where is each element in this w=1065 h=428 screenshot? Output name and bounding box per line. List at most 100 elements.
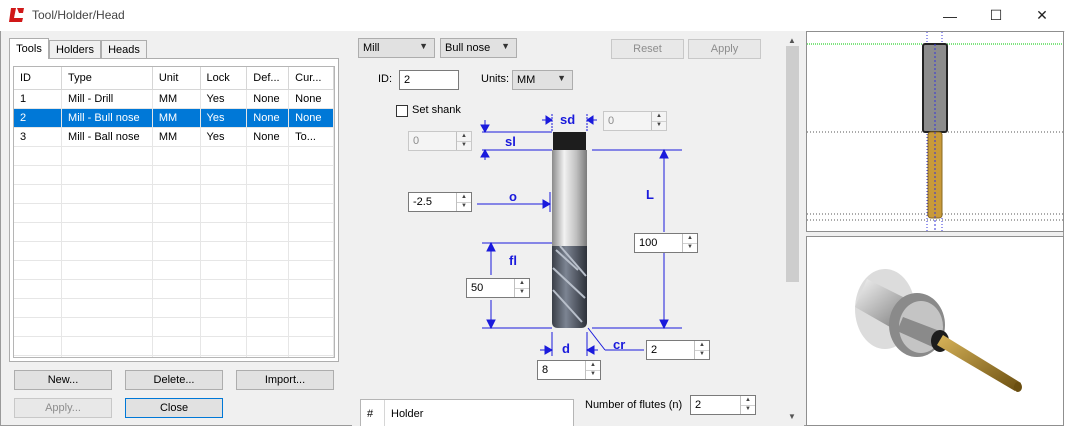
flutes-spinbox[interactable]: 2 ▲ ▼ — [690, 395, 756, 415]
dim-label-fl: fl — [509, 253, 517, 268]
empty-row — [14, 165, 334, 185]
col-header-current[interactable]: Cur... — [288, 67, 334, 90]
empty-row — [14, 222, 334, 242]
sd-value: 0 — [608, 115, 615, 127]
d-value: 8 — [542, 364, 549, 376]
tools-table[interactable]: ID Type Unit Lock Def... Cur... 1 Mill -… — [13, 66, 335, 358]
scroll-down-icon[interactable]: ▼ — [788, 412, 796, 421]
down-arrow-icon[interactable]: ▼ — [457, 202, 471, 211]
cr-value: 2 — [651, 344, 658, 356]
id-field[interactable]: 2 — [399, 70, 459, 90]
spin-arrows[interactable]: ▲ ▼ — [682, 234, 697, 252]
tool-2d-preview[interactable] — [806, 31, 1064, 232]
tool-subtype-select[interactable]: Bull nose ▼ — [440, 38, 517, 58]
empty-row — [14, 146, 334, 166]
cell-default: None — [246, 89, 290, 109]
table-row-selected[interactable]: 2 Mill - Bull nose MM Yes None None — [14, 108, 334, 128]
table-row[interactable]: 3 Mill - Ball nose MM Yes None To... — [14, 127, 334, 147]
holder-table[interactable]: # Holder — [360, 399, 574, 426]
id-label: ID: — [378, 73, 393, 85]
tool-3d-preview-drawing — [855, 269, 1022, 392]
col-header-unit[interactable]: Unit — [152, 67, 201, 90]
tool-3d-preview[interactable] — [806, 236, 1064, 426]
down-arrow-icon[interactable]: ▼ — [695, 350, 709, 359]
cell-default: None — [246, 108, 290, 128]
cell-type: Mill - Bull nose — [61, 108, 153, 128]
o-value: -2.5 — [413, 196, 432, 208]
tab-heads[interactable]: Heads — [101, 40, 147, 58]
tab-holders[interactable]: Holders — [49, 40, 101, 58]
cell-current: None — [288, 108, 334, 128]
tool-type-select[interactable]: Mill ▼ — [358, 38, 435, 58]
d-spinbox[interactable]: 8 ▲ ▼ — [537, 360, 601, 380]
tools-grid: ID Type Unit Lock Def... Cur... 1 Mill -… — [14, 67, 334, 357]
apply-button[interactable]: Apply — [688, 39, 761, 59]
tool-type-value: Mill — [363, 42, 380, 54]
table-row[interactable]: 1 Mill - Drill MM Yes None None — [14, 89, 334, 109]
col-header-id[interactable]: ID — [14, 67, 63, 90]
dim-label-o: o — [509, 189, 517, 204]
holder-col-number[interactable]: # — [361, 400, 385, 426]
sd-spinbox[interactable]: 0 ▲ ▼ — [603, 111, 667, 131]
dim-label-L: L — [646, 187, 654, 202]
dim-label-sl: sl — [505, 134, 516, 149]
cell-lock: Yes — [200, 127, 248, 147]
chevron-down-icon: ▼ — [419, 41, 428, 51]
down-arrow-icon[interactable]: ▼ — [457, 141, 471, 150]
tab-tools[interactable]: Tools — [9, 38, 49, 59]
units-select[interactable]: MM ▼ — [512, 70, 573, 90]
flutes-label: Number of flutes (n) — [585, 399, 683, 411]
app-logo-icon — [8, 7, 26, 23]
cell-lock: Yes — [200, 108, 248, 128]
minimize-button[interactable]: — — [927, 0, 973, 31]
dim-label-sd: sd — [560, 112, 576, 127]
empty-row — [14, 184, 334, 204]
close-window-button[interactable]: ✕ — [1019, 0, 1065, 31]
empty-row — [14, 260, 334, 280]
col-header-lock[interactable]: Lock — [200, 67, 248, 90]
scrollbar-thumb[interactable] — [786, 46, 799, 282]
spin-arrows[interactable]: ▲ ▼ — [456, 132, 471, 150]
down-arrow-icon[interactable]: ▼ — [741, 405, 755, 414]
tool-2d-preview-drawing — [807, 32, 1063, 231]
chevron-down-icon: ▼ — [501, 41, 510, 51]
o-spinbox[interactable]: -2.5 ▲ ▼ — [408, 192, 472, 212]
spin-arrows[interactable]: ▲ ▼ — [514, 279, 529, 297]
col-header-default[interactable]: Def... — [246, 67, 290, 90]
sl-spinbox[interactable]: 0 ▲ ▼ — [408, 131, 472, 151]
import-tool-button[interactable]: Import... — [236, 370, 334, 390]
down-arrow-icon[interactable]: ▼ — [515, 288, 529, 297]
reset-button[interactable]: Reset — [611, 39, 684, 59]
empty-row — [14, 203, 334, 223]
flutes-value: 2 — [695, 399, 702, 411]
spin-arrows[interactable]: ▲ ▼ — [694, 341, 709, 359]
spin-arrows[interactable]: ▲ ▼ — [456, 193, 471, 211]
down-arrow-icon[interactable]: ▼ — [683, 243, 697, 252]
delete-tool-button[interactable]: Delete... — [125, 370, 223, 390]
down-arrow-icon[interactable]: ▼ — [586, 370, 600, 379]
spin-arrows[interactable]: ▲ ▼ — [585, 361, 600, 379]
col-header-type[interactable]: Type — [61, 67, 153, 90]
units-label: Units: — [481, 73, 510, 85]
scroll-up-icon[interactable]: ▲ — [788, 36, 796, 45]
table-header-row: ID Type Unit Lock Def... Cur... — [14, 67, 334, 90]
spin-arrows[interactable]: ▲ ▼ — [740, 396, 755, 414]
fl-spinbox[interactable]: 50 ▲ ▼ — [466, 278, 530, 298]
new-tool-button[interactable]: New... — [14, 370, 112, 390]
maximize-button[interactable]: ☐ — [973, 0, 1019, 31]
empty-row — [14, 317, 334, 337]
L-spinbox[interactable]: 100 ▲ ▼ — [634, 233, 698, 253]
cell-id: 1 — [14, 89, 63, 109]
close-button[interactable]: Close — [125, 398, 223, 418]
empty-row — [14, 298, 334, 318]
title-bar — [0, 0, 1065, 32]
cell-current: None — [288, 89, 334, 109]
cell-type: Mill - Ball nose — [61, 127, 153, 147]
empty-row — [14, 336, 334, 356]
spin-arrows[interactable]: ▲ ▼ — [651, 112, 666, 130]
chevron-down-icon: ▼ — [557, 73, 566, 83]
apply-left-button[interactable]: Apply... — [14, 398, 112, 418]
holder-col-name[interactable]: Holder — [391, 408, 423, 420]
cr-spinbox[interactable]: 2 ▲ ▼ — [646, 340, 710, 360]
down-arrow-icon[interactable]: ▼ — [652, 121, 666, 130]
